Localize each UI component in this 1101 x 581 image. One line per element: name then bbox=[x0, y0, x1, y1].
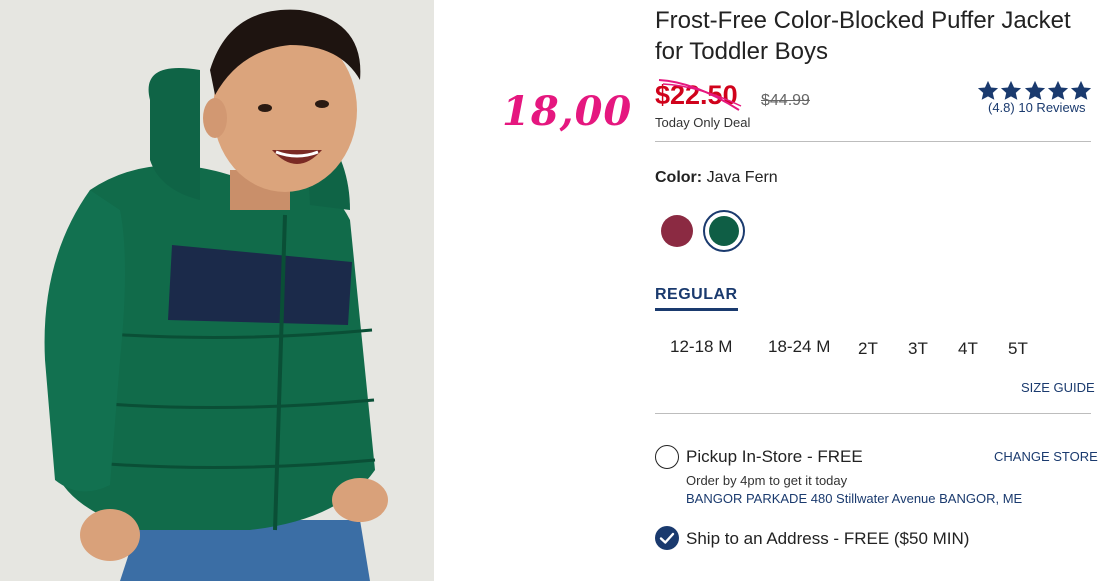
star-icon bbox=[1047, 80, 1068, 100]
change-store-link[interactable]: CHANGE STORE bbox=[994, 449, 1098, 464]
color-label: Color: bbox=[655, 169, 703, 186]
deal-label: Today Only Deal bbox=[655, 115, 751, 130]
ship-radio-selected[interactable] bbox=[655, 526, 679, 550]
price-scribble bbox=[658, 79, 742, 111]
rating-value: (4.8) bbox=[988, 100, 1015, 115]
tab-regular[interactable]: REGULAR bbox=[655, 286, 738, 311]
pickup-radio[interactable] bbox=[655, 445, 679, 469]
size-option[interactable]: 3T bbox=[908, 339, 928, 359]
product-title: Frost-Free Color-Blocked Puffer Jacket f… bbox=[655, 7, 1071, 65]
checkmark-icon bbox=[659, 532, 675, 544]
star-icon bbox=[1001, 80, 1022, 100]
pickup-label[interactable]: Pickup In-Store - FREE bbox=[686, 447, 863, 467]
size-option[interactable]: 12-18 M bbox=[670, 337, 732, 357]
ship-label[interactable]: Ship to an Address - FREE ($50 MIN) bbox=[686, 529, 969, 549]
size-option[interactable]: 4T bbox=[958, 339, 978, 359]
color-swatch-java-fern[interactable] bbox=[709, 216, 739, 246]
star-icon bbox=[1070, 80, 1092, 100]
size-option[interactable]: 18-24 M bbox=[768, 337, 830, 357]
handwritten-price-annotation: 18,00 bbox=[502, 88, 633, 135]
star-icon bbox=[1024, 80, 1045, 100]
size-option[interactable]: 2T bbox=[858, 339, 878, 359]
color-value: Java Fern bbox=[706, 169, 778, 186]
original-price: $44.99 bbox=[761, 92, 810, 109]
product-image bbox=[0, 0, 434, 581]
divider bbox=[655, 141, 1091, 142]
review-count: 10 Reviews bbox=[1018, 100, 1086, 115]
store-address-link[interactable]: BANGOR PARKADE 480 Stillwater Avenue BAN… bbox=[686, 491, 1022, 506]
size-guide-link[interactable]: SIZE GUIDE bbox=[1021, 380, 1095, 395]
star-icon bbox=[977, 80, 999, 100]
divider bbox=[655, 413, 1091, 414]
pickup-order-by: Order by 4pm to get it today bbox=[686, 473, 848, 488]
size-option[interactable]: 5T bbox=[1008, 339, 1028, 359]
reviews-link[interactable]: (4.8) 10 Reviews bbox=[988, 100, 1086, 115]
color-swatch-burgundy[interactable] bbox=[661, 215, 693, 247]
color-selection: Color: Java Fern bbox=[655, 169, 778, 187]
